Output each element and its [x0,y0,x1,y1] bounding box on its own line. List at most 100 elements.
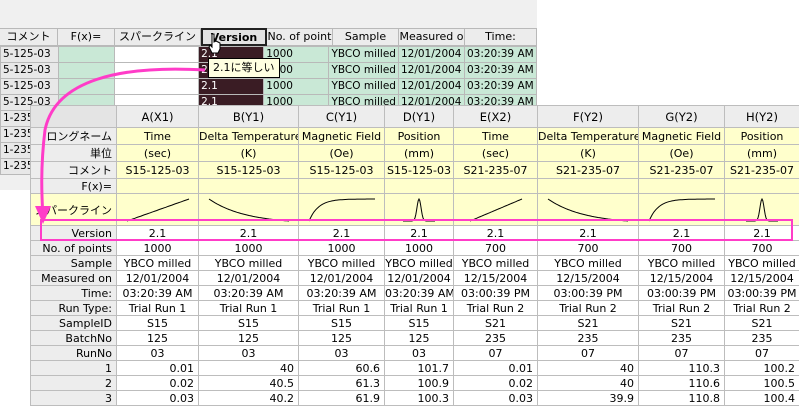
column-header-d[interactable]: D(Y1) [384,105,454,128]
bg-header-sparklines[interactable]: スパークライン [115,28,201,46]
parameter-cell[interactable]: Trial Run 1 [298,300,385,316]
data-cell[interactable]: 100.2 [724,360,799,376]
parameter-cell[interactable]: 700 [724,240,799,256]
label-cell[interactable]: (mm) [724,144,799,162]
bg-cell[interactable]: 12/01/2004 [397,77,465,95]
parameter-cell[interactable]: Trial Run 1 [198,300,299,316]
row-header-label[interactable]: Run Type: [30,300,117,316]
label-cell[interactable]: Delta Temperature [537,127,639,145]
bg-cell[interactable]: 03:20:39 AM [463,77,537,95]
row-number[interactable]: 3 [30,390,117,406]
parameter-cell[interactable]: 12/01/2004 [198,270,299,286]
parameter-cell[interactable]: 03 [116,345,199,361]
parameter-cell[interactable]: YBCO milled [298,255,385,271]
parameter-cell[interactable]: 2.1 [724,225,799,241]
sparkline-cell[interactable] [537,193,639,226]
row-header-label[interactable]: Sample [30,255,117,271]
column-header-g[interactable]: G(Y2) [638,105,725,128]
parameter-cell[interactable]: 03:20:39 AM [116,285,199,301]
parameter-cell[interactable]: 700 [638,240,725,256]
row-number[interactable]: 2 [30,375,117,391]
parameter-cell[interactable]: 12/15/2004 [638,270,725,286]
parameter-cell[interactable]: S21 [453,315,538,331]
parameter-cell[interactable]: 235 [638,330,725,346]
parameter-cell[interactable]: 03 [298,345,385,361]
parameter-cell[interactable]: 03:00:39 PM [453,285,538,301]
label-cell[interactable]: Magnetic Field [298,127,385,145]
label-cell[interactable]: S15-125-03 [298,161,385,179]
parameter-cell[interactable]: Trial Run 1 [116,300,199,316]
data-cell[interactable]: 110.6 [638,375,725,391]
row-header-label[interactable]: Time: [30,285,117,301]
row-header-label[interactable]: BatchNo [30,330,117,346]
parameter-cell[interactable]: 03:00:39 PM [537,285,639,301]
parameter-cell[interactable]: 03:00:39 PM [638,285,725,301]
row-header-label[interactable]: RunNo [30,345,117,361]
data-cell[interactable]: 101.7 [384,360,454,376]
label-cell[interactable]: Time [116,127,199,145]
parameter-cell[interactable]: S15 [298,315,385,331]
parameter-cell[interactable]: 03 [198,345,299,361]
parameter-cell[interactable]: 12/15/2004 [724,270,799,286]
column-header-h[interactable]: H(Y2) [724,105,799,128]
label-cell[interactable]: S21-235-07 [724,161,799,179]
bg-cell[interactable] [113,61,200,79]
data-cell[interactable]: 40 [537,360,639,376]
row-header-label[interactable]: 単位 [30,144,117,162]
bg-cell[interactable]: 03:20:39 AM [463,45,537,63]
parameter-cell[interactable]: 03:20:39 AM [298,285,385,301]
parameter-cell[interactable]: Trial Run 2 [724,300,799,316]
data-cell[interactable]: 0.01 [453,360,538,376]
data-cell[interactable]: 60.6 [298,360,385,376]
parameter-cell[interactable]: YBCO milled [384,255,454,271]
bg-table-row[interactable]: 5-125-03 2.11000YBCO milled12/01/200403:2… [0,77,537,95]
bg-cell[interactable]: 1000 [263,77,330,95]
parameter-cell[interactable]: 03 [384,345,454,361]
parameter-cell[interactable]: 03:20:39 AM [384,285,454,301]
data-cell[interactable]: 0.01 [116,360,199,376]
parameter-cell[interactable]: YBCO milled [453,255,538,271]
sparkline-cell[interactable] [724,193,799,226]
data-cell[interactable]: 0.02 [453,375,538,391]
label-cell[interactable] [453,178,538,194]
parameter-cell[interactable]: S15 [116,315,199,331]
bg-header-measured-on[interactable]: Measured o [399,28,465,46]
parameter-cell[interactable]: 12/15/2004 [537,270,639,286]
bg-cell[interactable]: 12/01/2004 [397,45,465,63]
bg-cell[interactable] [57,45,115,63]
row-header-label[interactable]: Measured on [30,270,117,286]
label-cell[interactable]: Magnetic Field [638,127,725,145]
sparkline-cell[interactable] [116,193,199,226]
label-cell[interactable]: (K) [198,144,299,162]
parameter-cell[interactable]: YBCO milled [198,255,299,271]
parameter-cell[interactable]: Trial Run 2 [453,300,538,316]
label-cell[interactable] [298,178,385,194]
data-cell[interactable]: 39.9 [537,390,639,406]
data-cell[interactable]: 0.03 [116,390,199,406]
label-cell[interactable]: S15-125-03 [384,161,454,179]
row-header-label[interactable]: No. of points [30,240,117,256]
parameter-cell[interactable]: S21 [537,315,639,331]
label-cell[interactable]: (sec) [116,144,199,162]
row-header-label[interactable]: コメント [30,161,117,179]
parameter-cell[interactable]: YBCO milled [724,255,799,271]
label-cell[interactable]: S21-235-07 [453,161,538,179]
parameter-cell[interactable]: 125 [384,330,454,346]
bg-cell[interactable]: 03:20:39 AM [463,61,537,79]
data-cell[interactable]: 100.5 [724,375,799,391]
parameter-cell[interactable]: 2.1 [116,225,199,241]
parameter-cell[interactable]: Trial Run 2 [638,300,725,316]
row-header-label[interactable]: スパークライン [30,193,117,226]
row-header-label[interactable]: Version [30,225,117,241]
label-cell[interactable]: Delta Temperature [198,127,299,145]
parameter-cell[interactable]: 2.1 [198,225,299,241]
parameter-cell[interactable]: 700 [453,240,538,256]
parameter-cell[interactable]: YBCO milled [116,255,199,271]
parameter-cell[interactable]: 03:20:39 AM [198,285,299,301]
parameter-cell[interactable]: 235 [724,330,799,346]
label-cell[interactable]: Time [453,127,538,145]
parameter-cell[interactable]: 1000 [116,240,199,256]
parameter-cell[interactable]: 07 [537,345,639,361]
column-header-b[interactable]: B(Y1) [198,105,299,128]
parameter-cell[interactable]: 12/01/2004 [116,270,199,286]
